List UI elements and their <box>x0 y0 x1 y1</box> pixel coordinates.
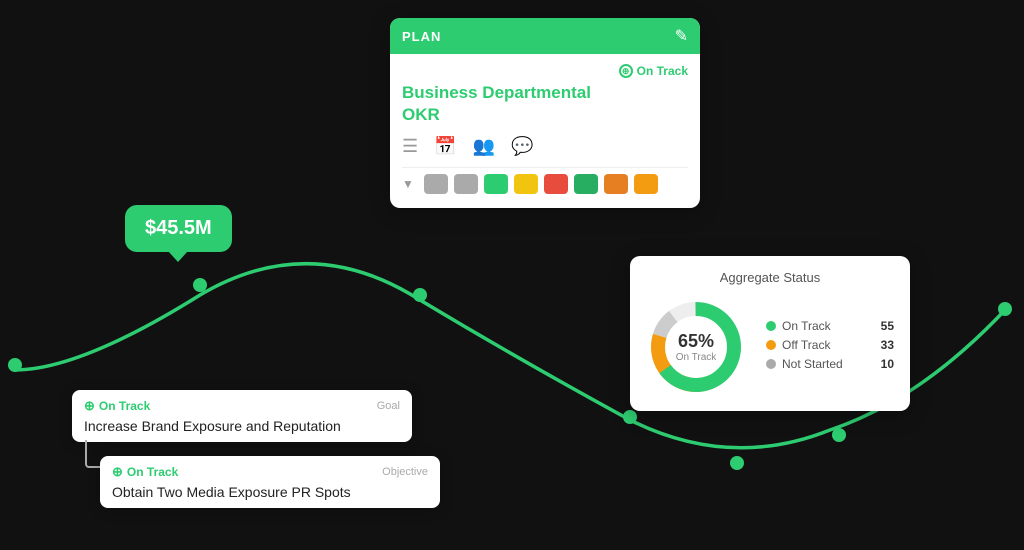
legend-off-track: Off Track 33 <box>766 338 894 352</box>
plan-label: PLAN <box>402 29 441 44</box>
aggregate-content: 65% On Track On Track 55 Off Track 33 No… <box>646 297 894 397</box>
legend-not-started: Not Started 10 <box>766 357 894 371</box>
color-swatch-gray2[interactable] <box>454 174 478 194</box>
not-started-count: 10 <box>881 357 894 371</box>
donut-label: 65% On Track <box>676 331 717 363</box>
off-track-count: 33 <box>881 338 894 352</box>
aggregate-status-card: Aggregate Status 65% On Track On Track <box>630 256 910 411</box>
path-node-5 <box>730 456 744 470</box>
goal-card-text: Increase Brand Exposure and Reputation <box>84 418 400 434</box>
goal-type-label: Goal <box>377 400 400 412</box>
path-node-2 <box>193 278 207 292</box>
plan-card-header: PLAN ✎ <box>390 18 700 54</box>
not-started-label: Not Started <box>782 357 875 371</box>
path-node-3 <box>413 288 427 302</box>
color-swatch-green[interactable] <box>484 174 508 194</box>
path-node-1 <box>8 358 22 372</box>
plan-colors-row: ▼ <box>402 167 688 198</box>
plan-status-row: ⊕ On Track <box>402 64 688 78</box>
on-track-count: 55 <box>881 319 894 333</box>
donut-sublabel: On Track <box>676 352 717 363</box>
color-swatch-amber[interactable] <box>634 174 658 194</box>
goal-status: ⊕ On Track <box>84 398 150 414</box>
on-track-circle-icon: ⊕ <box>619 64 633 78</box>
objective-status: ⊕ On Track <box>112 464 178 480</box>
money-value: $45.5M <box>145 217 212 239</box>
plan-status-text: On Track <box>637 64 688 78</box>
color-swatch-gray1[interactable] <box>424 174 448 194</box>
chat-icon[interactable]: 💬 <box>511 136 533 157</box>
plan-card: PLAN ✎ ⊕ On Track Business Departmental … <box>390 18 700 208</box>
donut-percent: 65% <box>676 331 717 352</box>
objective-card: ⊕ On Track Objective Obtain Two Media Ex… <box>100 456 440 508</box>
goal-status-icon: ⊕ <box>84 398 95 414</box>
edit-icon[interactable]: ✎ <box>675 26 688 46</box>
list-icon[interactable]: ☰ <box>402 136 418 157</box>
objective-status-icon: ⊕ <box>112 464 123 480</box>
path-node-7 <box>998 302 1012 316</box>
path-node-6 <box>832 428 846 442</box>
on-track-label: On Track <box>782 319 875 333</box>
color-swatch-darkgreen[interactable] <box>574 174 598 194</box>
donut-chart: 65% On Track <box>646 297 746 397</box>
plan-card-body: ⊕ On Track Business Departmental OKR ☰ 📅… <box>390 54 700 208</box>
people-icon[interactable]: 👥 <box>473 136 495 157</box>
goal-card: ⊕ On Track Goal Increase Brand Exposure … <box>72 390 412 442</box>
calendar-icon[interactable]: 📅 <box>434 136 456 157</box>
off-track-dot <box>766 340 776 350</box>
legend-on-track: On Track 55 <box>766 319 894 333</box>
off-track-label: Off Track <box>782 338 875 352</box>
money-bubble: $45.5M <box>125 205 232 252</box>
path-node-4 <box>623 410 637 424</box>
color-swatch-orange[interactable] <box>604 174 628 194</box>
objective-card-header: ⊕ On Track Objective <box>112 464 428 480</box>
color-swatch-yellow[interactable] <box>514 174 538 194</box>
objective-card-text: Obtain Two Media Exposure PR Spots <box>112 484 428 500</box>
color-swatch-red[interactable] <box>544 174 568 194</box>
plan-icons-row: ☰ 📅 👥 💬 <box>402 136 688 157</box>
on-track-dot <box>766 321 776 331</box>
goal-status-text: On Track <box>99 399 150 413</box>
dropdown-arrow-icon[interactable]: ▼ <box>402 177 414 191</box>
objective-status-text: On Track <box>127 465 178 479</box>
plan-card-title: Business Departmental OKR <box>402 82 688 126</box>
aggregate-title: Aggregate Status <box>646 270 894 285</box>
goal-card-header: ⊕ On Track Goal <box>84 398 400 414</box>
aggregate-legend: On Track 55 Off Track 33 Not Started 10 <box>766 319 894 376</box>
not-started-dot <box>766 359 776 369</box>
plan-status-badge: ⊕ On Track <box>619 64 688 78</box>
objective-type-label: Objective <box>382 466 428 478</box>
